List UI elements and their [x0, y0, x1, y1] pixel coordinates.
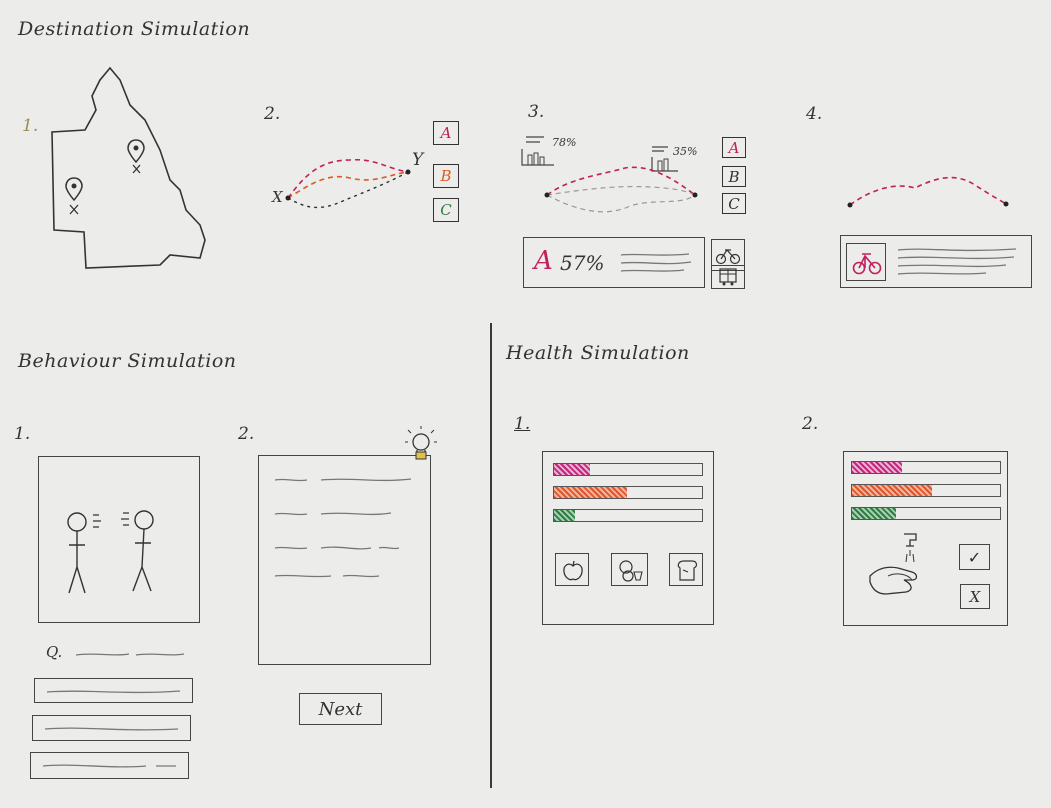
strength-bar	[851, 484, 1001, 497]
health-step-2-label: 2.	[802, 414, 819, 434]
food-icon[interactable]	[611, 553, 648, 586]
behaviour-step-2-label: 2.	[238, 424, 255, 444]
answer-option-3[interactable]	[30, 752, 189, 779]
apple-icon[interactable]	[555, 553, 589, 586]
mode-description-scribble	[897, 248, 1017, 275]
behaviour-step-1-label: 1.	[14, 424, 31, 444]
next-button[interactable]: Next	[299, 693, 382, 725]
section-divider	[490, 323, 492, 788]
energy-bar-fill	[554, 464, 590, 475]
health-step-1-label: 1.	[514, 414, 531, 434]
bike-icon[interactable]	[846, 243, 886, 281]
health-title: Health Simulation	[506, 342, 690, 364]
strength-bar-fill	[852, 485, 932, 496]
conversation-scene	[38, 456, 200, 623]
question-text-scribble	[75, 653, 185, 656]
chosen-mode-card	[840, 235, 1032, 288]
energy-bar-fill	[852, 462, 903, 473]
energy-bar	[553, 463, 703, 476]
health-bar	[553, 509, 703, 522]
strength-bar	[553, 486, 703, 499]
question-label: Q.	[46, 643, 63, 661]
answer-option-2[interactable]	[32, 715, 191, 741]
strength-bar-fill	[554, 487, 627, 498]
hand-wash-icon	[869, 533, 918, 595]
nutrition-panel	[542, 451, 714, 625]
tip-text-scribble	[274, 478, 412, 578]
energy-bar	[851, 461, 1001, 474]
tip-text-panel	[258, 455, 431, 665]
health-bar-fill	[852, 508, 897, 519]
bread-icon[interactable]	[669, 553, 703, 586]
lightbulb-icon	[405, 426, 437, 460]
accept-button[interactable]: ✓	[959, 544, 990, 570]
health-bar-fill	[554, 510, 575, 521]
two-people-talking-icon	[67, 510, 154, 594]
reject-button[interactable]: X	[960, 584, 990, 609]
health-bar	[851, 507, 1001, 520]
answer-option-1[interactable]	[34, 678, 193, 703]
hygiene-panel: ✓ X	[843, 451, 1008, 626]
behaviour-title: Behaviour Simulation	[18, 350, 237, 372]
